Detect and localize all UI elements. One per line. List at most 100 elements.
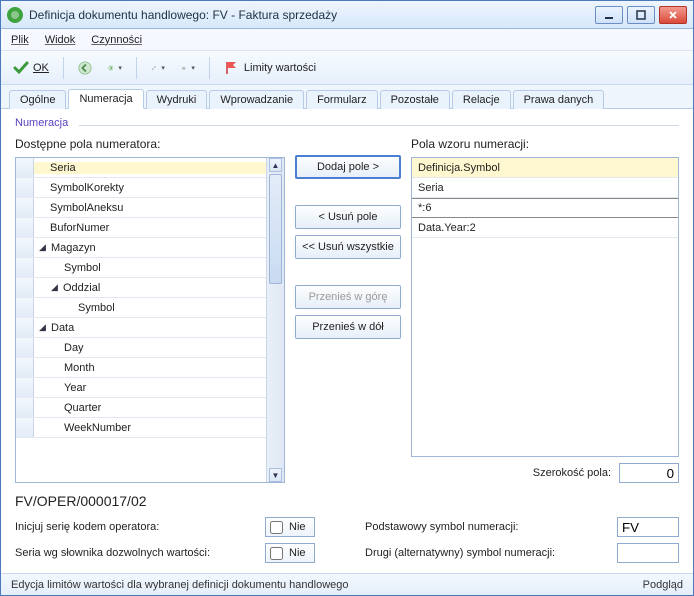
minimize-button[interactable] xyxy=(595,6,623,24)
pattern-row[interactable]: Seria xyxy=(412,178,678,198)
tree-row-label: WeekNumber xyxy=(64,422,131,434)
tree-row[interactable]: SymbolKorekty xyxy=(16,178,266,198)
numbering-preview: FV/OPER/000017/02 xyxy=(15,493,679,509)
move-up-button[interactable]: Przenieś w górę xyxy=(295,285,401,309)
expander-icon[interactable]: ◢ xyxy=(38,242,47,253)
tree-row-label: Data xyxy=(51,322,74,334)
available-fields-scrollbar[interactable]: ▲ ▼ xyxy=(266,158,284,482)
scroll-down-icon[interactable]: ▼ xyxy=(269,468,282,482)
maximize-button[interactable] xyxy=(627,6,655,24)
tree-row-label: Day xyxy=(64,342,84,354)
statusbar: Edycja limitów wartości dla wybranej def… xyxy=(1,573,693,595)
status-view-mode: Podgląd xyxy=(643,579,683,591)
primary-symbol-input[interactable] xyxy=(617,517,679,537)
remove-all-button[interactable]: << Usuń wszystkie xyxy=(295,235,401,259)
tree-row[interactable]: ◢ Data xyxy=(16,318,266,338)
ok-label: OK xyxy=(33,62,49,74)
printer-icon xyxy=(181,60,186,76)
field-width-label: Szerokość pola: xyxy=(533,467,611,479)
titlebar: Definicja dokumentu handlowego: FV - Fak… xyxy=(1,1,693,29)
field-width-input[interactable] xyxy=(619,463,679,483)
tree-row[interactable]: WeekNumber xyxy=(16,418,266,438)
tree-row-label: Symbol xyxy=(78,302,115,314)
tab-rights[interactable]: Prawa danych xyxy=(513,90,605,109)
expander-icon[interactable]: ◢ xyxy=(38,322,47,333)
tab-relations[interactable]: Relacje xyxy=(452,90,511,109)
tab-numbering[interactable]: Numeracja xyxy=(68,89,143,109)
window-title: Definicja dokumentu handlowego: FV - Fak… xyxy=(29,8,595,22)
tab-printouts[interactable]: Wydruki xyxy=(146,90,208,109)
tree-row-label: Seria xyxy=(50,162,76,174)
arrow-left-icon xyxy=(78,60,92,76)
close-button[interactable] xyxy=(659,6,687,24)
tab-input[interactable]: Wprowadzanie xyxy=(209,90,304,109)
nav-back-button[interactable] xyxy=(74,57,96,79)
flag-icon xyxy=(224,60,240,76)
pattern-row[interactable]: *:6 xyxy=(412,198,678,218)
tree-row-label: SymbolKorekty xyxy=(50,182,124,194)
tree-row[interactable]: Month xyxy=(16,358,266,378)
tree-row[interactable]: Day xyxy=(16,338,266,358)
menu-file[interactable]: Plik xyxy=(11,34,29,46)
pattern-fields-title: Pola wzoru numeracji: xyxy=(411,137,679,151)
expander-icon[interactable]: ◢ xyxy=(50,282,59,293)
pattern-row[interactable]: Definicja.Symbol xyxy=(412,158,678,178)
tree-row-label: BuforNumer xyxy=(50,222,109,234)
move-down-button[interactable]: Przenieś w dół xyxy=(295,315,401,339)
print-button[interactable]: ▾ xyxy=(177,57,199,79)
app-window: Definicja dokumentu handlowego: FV - Fak… xyxy=(0,0,694,596)
tools-button[interactable]: ▾ xyxy=(147,57,169,79)
pattern-fields-list[interactable]: Definicja.SymbolSeria*:6Data.Year:2 xyxy=(411,157,679,457)
status-text: Edycja limitów wartości dla wybranej def… xyxy=(11,579,349,591)
available-fields-list[interactable]: Seria SymbolKorekty SymbolAneksu BuforNumer… xyxy=(15,157,285,483)
scroll-thumb[interactable] xyxy=(269,174,282,284)
tree-row-label: Month xyxy=(64,362,95,374)
tab-general[interactable]: Ogólne xyxy=(9,90,66,109)
alt-symbol-label: Drugi (alternatywny) symbol numeracji: xyxy=(325,547,607,559)
tab-form[interactable]: Formularz xyxy=(306,90,378,109)
init-series-checkbox-input[interactable] xyxy=(270,521,283,534)
ok-button[interactable]: OK xyxy=(9,58,53,78)
tree-row[interactable]: Year xyxy=(16,378,266,398)
tree-row[interactable]: ◢ Oddzial xyxy=(16,278,266,298)
tab-content: Numeracja Dostępne pola numeratora: Seri… xyxy=(1,109,693,573)
alt-symbol-input[interactable] xyxy=(617,543,679,563)
init-series-checkbox[interactable]: Nie xyxy=(265,517,315,537)
tree-row-label: Oddzial xyxy=(63,282,100,294)
add-field-button[interactable]: Dodaj pole > xyxy=(295,155,401,179)
tabstrip: Ogólne Numeracja Wydruki Wprowadzanie Fo… xyxy=(1,85,693,109)
tree-row-label: Symbol xyxy=(64,262,101,274)
tree-row[interactable]: Symbol xyxy=(16,298,266,318)
scroll-up-icon[interactable]: ▲ xyxy=(269,158,282,172)
init-series-label: Inicjuj serię kodem operatora: xyxy=(15,521,255,533)
tree-row[interactable]: Quarter xyxy=(16,398,266,418)
check-icon xyxy=(13,60,29,76)
arrow-right-icon xyxy=(108,60,113,76)
tree-row[interactable]: BuforNumer xyxy=(16,218,266,238)
tree-row-label: Quarter xyxy=(64,402,101,414)
tab-other[interactable]: Pozostałe xyxy=(380,90,450,109)
init-series-checkbox-text: Nie xyxy=(289,521,306,533)
pattern-row[interactable]: Data.Year:2 xyxy=(412,218,678,238)
remove-field-button[interactable]: < Usuń pole xyxy=(295,205,401,229)
available-fields-title: Dostępne pola numeratora: xyxy=(15,137,285,151)
tree-row-label: Year xyxy=(64,382,86,394)
tree-row-label: SymbolAneksu xyxy=(50,202,123,214)
primary-symbol-label: Podstawowy symbol numeracji: xyxy=(325,521,607,533)
menu-actions[interactable]: Czynności xyxy=(91,34,142,46)
limits-label: Limity wartości xyxy=(244,62,316,74)
dict-series-checkbox-input[interactable] xyxy=(270,547,283,560)
tree-row[interactable]: ◢Magazyn xyxy=(16,238,266,258)
nav-forward-button[interactable]: ▾ xyxy=(104,57,126,79)
dict-series-label: Seria wg słownika dozwolnych wartości: xyxy=(15,547,255,559)
limits-button[interactable]: Limity wartości xyxy=(220,58,320,78)
dict-series-checkbox[interactable]: Nie xyxy=(265,543,315,563)
tree-row[interactable]: Symbol xyxy=(16,258,266,278)
tree-row[interactable]: SymbolAneksu xyxy=(16,198,266,218)
tools-icon xyxy=(151,60,156,76)
fieldset-label-text: Numeracja xyxy=(15,117,68,129)
menu-view[interactable]: Widok xyxy=(45,34,76,46)
app-icon xyxy=(7,7,23,23)
tree-row[interactable]: Seria xyxy=(16,158,266,178)
toolbar: OK ▾ ▾ ▾ Limity wartości xyxy=(1,51,693,85)
